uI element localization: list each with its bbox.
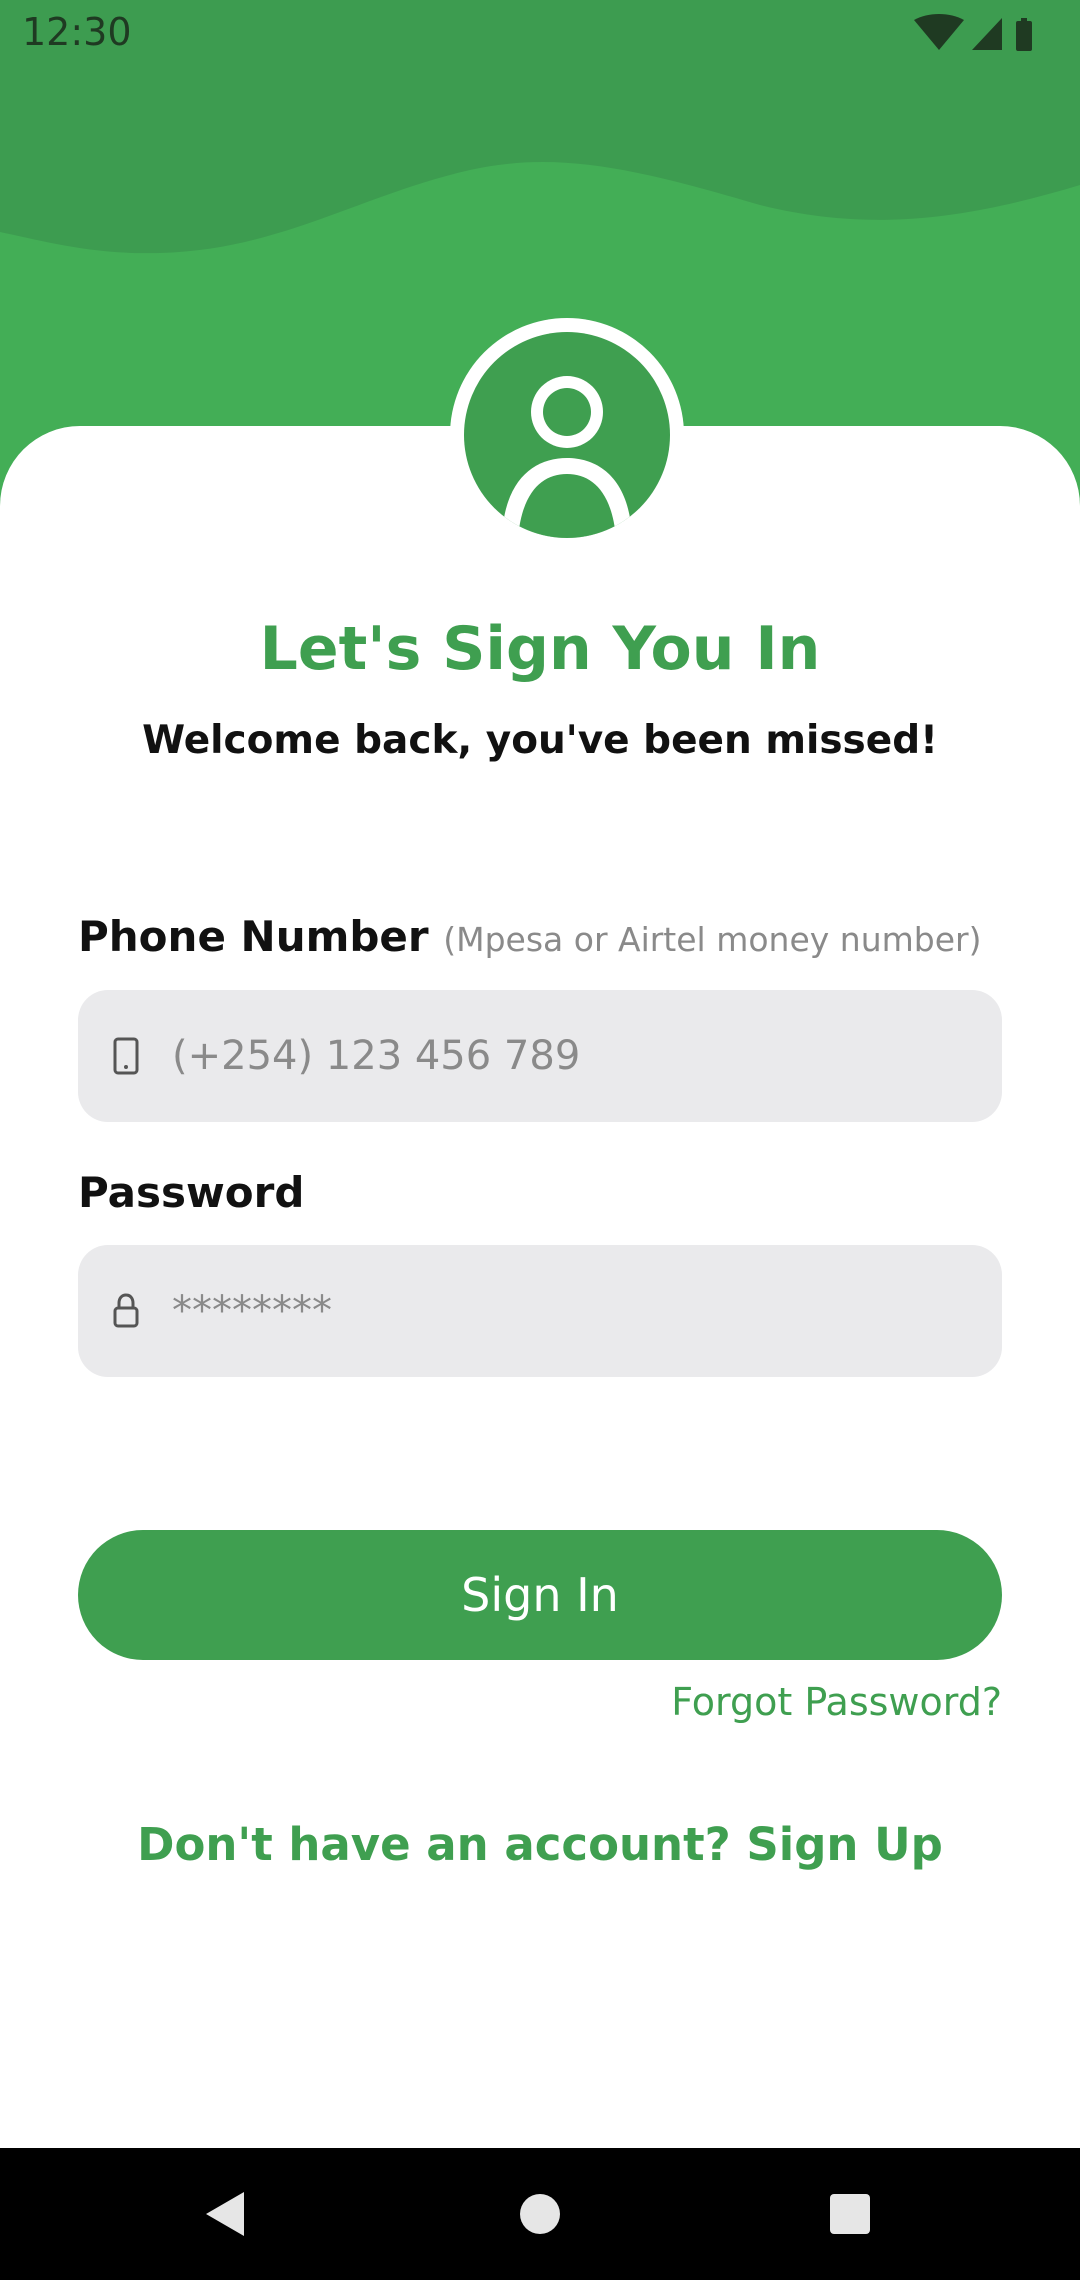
password-placeholder: ******** xyxy=(172,1288,332,1334)
navigation-bar xyxy=(0,2148,1080,2280)
page-subtitle: Welcome back, you've been missed! xyxy=(142,718,938,763)
recents-icon[interactable] xyxy=(820,2184,880,2244)
page-title: Let's Sign You In xyxy=(259,614,821,684)
phone-placeholder: (+254) 123 456 789 xyxy=(172,1033,581,1079)
back-icon[interactable] xyxy=(196,2184,256,2244)
sign-in-button[interactable]: Sign In xyxy=(78,1530,1002,1660)
status-time: 12:30 xyxy=(22,10,132,54)
user-avatar-icon xyxy=(464,332,670,538)
sign-up-link[interactable]: Don't have an account? Sign Up xyxy=(0,1818,1080,1871)
forgot-password-link[interactable]: Forgot Password? xyxy=(671,1680,1002,1724)
phone-label-text: Phone Number xyxy=(78,912,429,961)
battery-icon xyxy=(1016,18,1032,51)
lock-icon xyxy=(113,1293,139,1328)
status-icons xyxy=(914,14,1032,51)
home-icon[interactable] xyxy=(510,2184,570,2244)
phone-input[interactable]: (+254) 123 456 789 xyxy=(78,990,1002,1122)
wifi-icon xyxy=(914,14,964,50)
password-label: Password xyxy=(78,1168,305,1217)
password-input[interactable]: ******** xyxy=(78,1245,1002,1377)
phone-icon xyxy=(113,1037,139,1075)
phone-label: Phone Number (Mpesa or Airtel money numb… xyxy=(78,912,981,961)
phone-label-hint: (Mpesa or Airtel money number) xyxy=(443,920,982,959)
status-bar: 12:30 xyxy=(0,0,1080,66)
signal-icon xyxy=(972,18,1002,50)
